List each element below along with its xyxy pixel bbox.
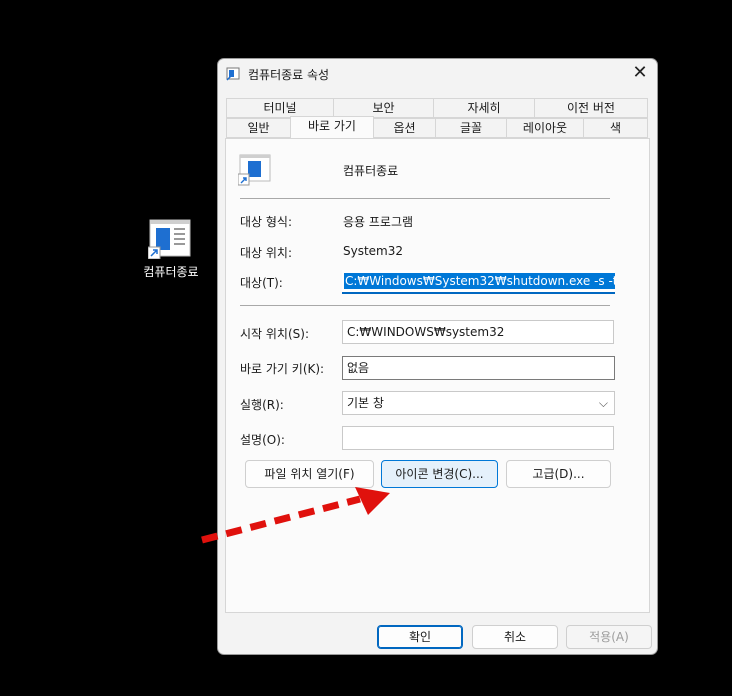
target-type-value: 응용 프로그램 bbox=[343, 215, 414, 229]
tab-layout[interactable]: 레이아웃 bbox=[506, 118, 584, 138]
chevron-down-icon: ⌵ bbox=[598, 396, 608, 410]
target-label: 대상(T): bbox=[240, 276, 283, 290]
target-location-value: System32 bbox=[343, 244, 404, 258]
target-value: C:₩Windows₩System32₩shutdown.exe -s -t 0 bbox=[344, 273, 615, 289]
divider bbox=[240, 198, 610, 199]
divider bbox=[240, 305, 610, 306]
apply-button[interactable]: 적용(A) bbox=[566, 625, 652, 649]
run-select-value: 기본 창 bbox=[347, 396, 384, 410]
comment-field[interactable] bbox=[342, 426, 614, 450]
hotkey-field[interactable]: 없음 bbox=[342, 356, 615, 380]
advanced-button[interactable]: 고급(D)... bbox=[506, 460, 611, 488]
tab-details[interactable]: 자세히 bbox=[433, 98, 535, 118]
tab-shortcut[interactable]: 바로 가기 bbox=[290, 116, 374, 138]
red-arrow-annotation bbox=[201, 487, 390, 544]
open-file-location-button[interactable]: 파일 위치 열기(F) bbox=[245, 460, 374, 488]
desktop-icon-label: 컴퓨터종료 bbox=[143, 265, 199, 279]
start-in-label: 시작 위치(S): bbox=[240, 327, 309, 341]
dialog-title: 컴퓨터종료 속성 bbox=[248, 68, 330, 82]
run-label: 실행(R): bbox=[240, 398, 284, 412]
start-in-field[interactable]: C:₩WINDOWS₩system32 bbox=[342, 320, 614, 344]
tab-font[interactable]: 글꼴 bbox=[435, 118, 507, 138]
console-window-shortcut-icon bbox=[238, 154, 271, 186]
comment-label: 설명(O): bbox=[240, 433, 285, 447]
console-window-shortcut-icon bbox=[148, 219, 191, 259]
tab-terminal[interactable]: 터미널 bbox=[226, 98, 334, 118]
cancel-button[interactable]: 취소 bbox=[472, 625, 558, 649]
change-icon-button[interactable]: 아이콘 변경(C)... bbox=[381, 460, 498, 488]
tab-colors[interactable]: 색 bbox=[583, 118, 648, 138]
close-icon[interactable]: ✕ bbox=[631, 64, 649, 83]
shortcut-name: 컴퓨터종료 bbox=[343, 164, 399, 178]
tab-options[interactable]: 옵션 bbox=[373, 118, 436, 138]
ok-button[interactable]: 확인 bbox=[377, 625, 463, 649]
tab-security[interactable]: 보안 bbox=[333, 98, 434, 118]
target-location-label: 대상 위치: bbox=[240, 246, 293, 260]
tab-general[interactable]: 일반 bbox=[226, 118, 291, 138]
run-select[interactable]: 기본 창 ⌵ bbox=[342, 391, 615, 415]
console-window-shortcut-icon bbox=[226, 67, 240, 81]
title-bar[interactable]: 컴퓨터종료 속성 ✕ bbox=[218, 59, 657, 89]
hotkey-label: 바로 가기 키(K): bbox=[240, 362, 325, 376]
tab-previous-versions[interactable]: 이전 버전 bbox=[534, 98, 648, 118]
target-field[interactable]: C:₩Windows₩System32₩shutdown.exe -s -t 0 bbox=[342, 270, 615, 294]
target-type-label: 대상 형식: bbox=[240, 215, 293, 229]
